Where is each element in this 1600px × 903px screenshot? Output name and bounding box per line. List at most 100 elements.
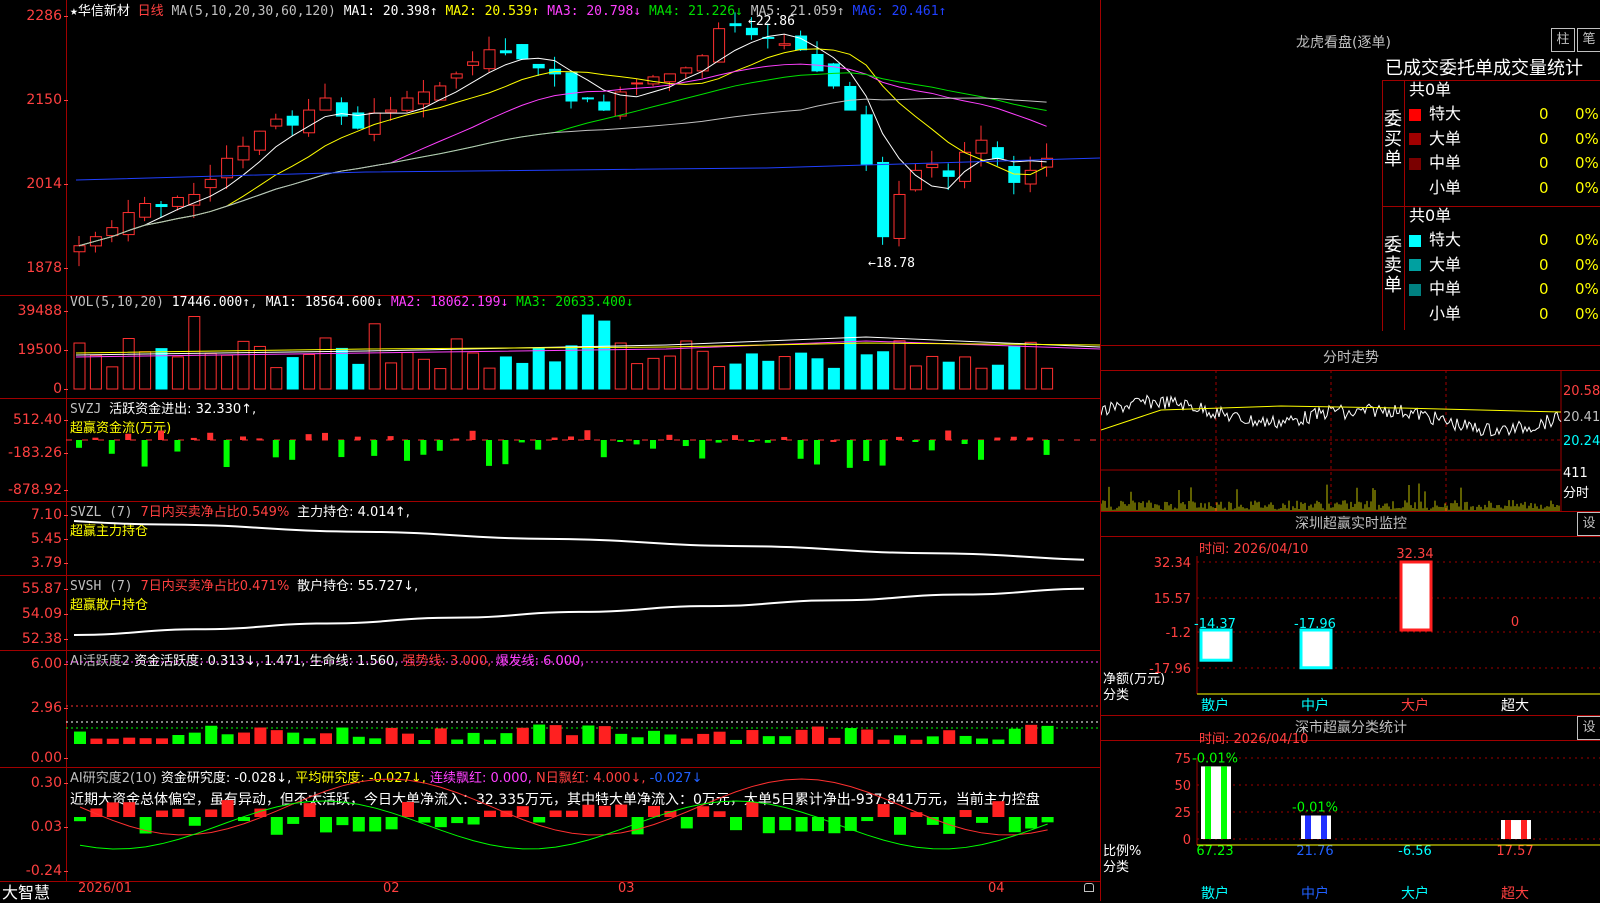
activity-bar bbox=[254, 727, 267, 744]
classify-axis-label: 50 bbox=[1174, 779, 1191, 794]
volume-pane[interactable]: 39488 19500 0 VOL(5,10,20) 17446.000↑, M… bbox=[0, 295, 1100, 399]
sell-percent: 0% bbox=[1575, 255, 1599, 274]
research-bar bbox=[369, 817, 382, 832]
volume-bar bbox=[778, 356, 791, 390]
candle-body bbox=[204, 178, 217, 189]
flow-bar bbox=[600, 440, 607, 458]
candle-body bbox=[401, 97, 414, 111]
volume-axis: 39488 19500 0 bbox=[0, 295, 68, 398]
volume-bar bbox=[1008, 345, 1021, 390]
classify-value-label: 67.23 bbox=[1196, 844, 1233, 859]
buy-name: 特大 bbox=[1429, 104, 1462, 123]
candle-body bbox=[631, 82, 644, 85]
classify-bar-chart[interactable]: 75 50 25 0 67.23 散户 21.76 中户 -6.56 大户 17.57 超大 -0.01… bbox=[1101, 716, 1600, 901]
flow-bar bbox=[453, 438, 460, 441]
ai-research-chart[interactable] bbox=[66, 767, 1100, 881]
svzl-axis: 7.10 5.45 3.79 bbox=[0, 501, 69, 575]
activity-bar bbox=[762, 736, 775, 744]
research-bar bbox=[680, 817, 693, 829]
flow-bar bbox=[92, 437, 99, 440]
volume-bar bbox=[631, 363, 644, 390]
volume-bar bbox=[877, 351, 890, 390]
classify-top-label: -0.01% bbox=[1192, 751, 1238, 766]
svzl-chart[interactable] bbox=[66, 501, 1100, 575]
ai-research-pane[interactable]: 0.30 0.03 -0.24 AI研究度2(10) 资金研究度: -0.028… bbox=[0, 767, 1100, 882]
svzj-axis: 512.40 -183.26 -878.92 bbox=[0, 398, 69, 501]
buy-percent: 0% bbox=[1575, 154, 1599, 172]
volume-bar bbox=[171, 356, 184, 390]
flow-bar bbox=[404, 440, 410, 461]
candle-body bbox=[319, 97, 332, 111]
activity-bar bbox=[320, 733, 332, 744]
buy-total: 共0单 bbox=[1409, 80, 1452, 99]
bar-mode-button[interactable]: 柱 bbox=[1551, 28, 1575, 52]
svzj-label: -183.26 bbox=[7, 445, 69, 461]
sell-name: 特大 bbox=[1429, 230, 1462, 249]
candle-body bbox=[581, 97, 594, 100]
research-bar bbox=[631, 817, 644, 835]
intraday-chart[interactable] bbox=[1101, 370, 1600, 512]
svsh-pane[interactable]: 55.87 54.09 52.38 SVSH (7) 7日内买卖净占比0.471… bbox=[0, 575, 1100, 651]
lock-icon[interactable] bbox=[1084, 883, 1094, 892]
volume-bar bbox=[811, 358, 824, 390]
activity-bar bbox=[615, 733, 628, 744]
research-bar bbox=[746, 801, 759, 817]
price-pane[interactable]: 2286 2150 2014 1878 ★华信新材 日线 MA(5,10,20,… bbox=[0, 0, 1100, 296]
activity-bar bbox=[730, 739, 742, 744]
candle-body bbox=[729, 23, 742, 27]
research-bar bbox=[484, 810, 496, 817]
monitor-bar-chart[interactable]: 32.3415.57-1.2-17.96-14.37散户-17.96中户32.3… bbox=[1101, 512, 1600, 716]
activity-bar bbox=[926, 736, 939, 744]
flow-bar bbox=[486, 440, 492, 466]
monitor-bar-label: 32.34 bbox=[1396, 547, 1433, 562]
candlestick-chart[interactable] bbox=[66, 0, 1100, 295]
svsh-axis: 55.87 54.09 52.38 bbox=[0, 575, 69, 650]
research-bar bbox=[877, 804, 890, 817]
activity-bar bbox=[270, 730, 283, 744]
volume-bar bbox=[598, 320, 611, 390]
classify-category-label: 散户 bbox=[1201, 885, 1229, 901]
intraday-title: 分时走势 bbox=[1101, 346, 1600, 371]
monitor-panel[interactable]: 深圳超赢实时监控 设 时间: 2026/04/10 32.34 15.57 -1.2… bbox=[1100, 511, 1600, 716]
volume-bar bbox=[106, 366, 119, 390]
flow-bar bbox=[256, 438, 263, 441]
volume-bar bbox=[663, 355, 676, 390]
volume-bar bbox=[581, 314, 594, 390]
flow-bar bbox=[814, 440, 820, 465]
research-bar bbox=[615, 804, 628, 817]
svzj-pane[interactable]: 512.40 -183.26 -878.92 SVZJ 活跃资金进出: 32.3… bbox=[0, 398, 1100, 502]
volume-bar bbox=[270, 367, 283, 390]
svsh-chart[interactable] bbox=[66, 575, 1100, 650]
monitor-category-label: 中户 bbox=[1301, 697, 1329, 714]
sell-volume: 0 bbox=[1539, 280, 1549, 298]
svzl-pane[interactable]: 7.10 5.45 3.79 SVZL (7) 7日内买卖净占比0.549% 主… bbox=[0, 501, 1100, 576]
classify-panel[interactable]: 深市超赢分类统计 设 时间: 2026/04/10 75 50 25 0 67.23 散户… bbox=[1100, 715, 1600, 901]
research-bar bbox=[582, 804, 595, 817]
sell-percent: 0% bbox=[1575, 304, 1599, 323]
intraday-vol-label: 411 bbox=[1563, 466, 1588, 481]
date-bar: 大智慧 2026/01 02 03 04 bbox=[0, 881, 1100, 902]
volume-bar bbox=[483, 367, 496, 390]
tick-mode-button[interactable]: 笔 bbox=[1577, 28, 1600, 52]
volume-chart[interactable] bbox=[66, 295, 1100, 398]
research-bar bbox=[861, 817, 874, 822]
flow-bar bbox=[994, 437, 1001, 440]
monitor-bar-label: 0 bbox=[1511, 615, 1519, 630]
candle-body bbox=[171, 196, 184, 207]
ai-activity-chart[interactable] bbox=[66, 650, 1100, 767]
svzj-chart[interactable] bbox=[66, 398, 1100, 501]
candle-body bbox=[253, 130, 266, 151]
flow-bar bbox=[76, 440, 82, 448]
sell-row: 小单 bbox=[1409, 302, 1461, 326]
svzl-label: 5.45 bbox=[30, 531, 69, 547]
activity-bar bbox=[352, 736, 365, 744]
activity-bar bbox=[566, 735, 578, 744]
flow-bar bbox=[633, 440, 640, 445]
flow-bar bbox=[322, 432, 328, 440]
candle-body bbox=[221, 157, 234, 179]
volume-bar bbox=[368, 323, 381, 390]
candle-body bbox=[417, 91, 430, 105]
date-label: 02 bbox=[383, 881, 400, 896]
ai-activity-pane[interactable]: 6.00 2.96 0.00 AI活跃度2 资金活跃度: 0.313↓, 1.4… bbox=[0, 650, 1100, 768]
intraday-panel[interactable]: 分时走势 20.58 20.41 20.24 411 分时 bbox=[1100, 345, 1600, 512]
